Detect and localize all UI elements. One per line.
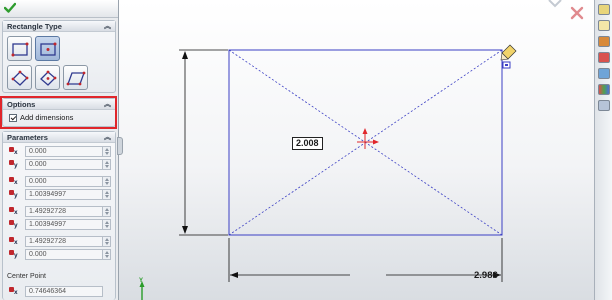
parameter-field[interactable]: 1.49292728 xyxy=(25,235,103,247)
parameter-row-y: y 0.000 xyxy=(7,158,111,170)
parallelogram-button[interactable] xyxy=(63,65,88,90)
property-manager-toolbar xyxy=(0,0,118,18)
spin-arrows-icon[interactable] xyxy=(103,205,111,217)
parameter-field[interactable]: 0.000 xyxy=(25,248,103,260)
parallelogram-icon xyxy=(66,71,86,86)
center-point-field[interactable]: 0.74646364 xyxy=(25,285,103,297)
parameter-field[interactable]: 0.000 xyxy=(25,175,103,187)
parameter-row-y: y 0.000 xyxy=(7,248,111,260)
parameter-row-y: y 1.00394997 xyxy=(7,188,111,200)
corner-rectangle-icon xyxy=(11,42,29,57)
view-triad-y-label: Y xyxy=(139,278,144,284)
spin-arrows-icon[interactable] xyxy=(103,145,111,157)
parameter-field[interactable]: 1.00394997 xyxy=(25,218,103,230)
resources-icon[interactable] xyxy=(598,4,610,15)
cancel-x-icon[interactable] xyxy=(570,6,584,20)
point-x-icon: x xyxy=(7,175,21,187)
spin-arrows-icon[interactable] xyxy=(103,158,111,170)
point-x-icon: x xyxy=(7,205,21,217)
point-y-icon: y xyxy=(7,158,21,170)
rectangle-type-group: Rectangle Type ︽ xyxy=(2,20,116,93)
appearances-icon[interactable] xyxy=(598,84,610,95)
parameter-row-y: y 1.00394997 xyxy=(7,218,111,230)
file-explorer-icon[interactable] xyxy=(598,36,610,47)
3-point-corner-rectangle-button[interactable] xyxy=(7,65,32,90)
parameters-header[interactable]: Parameters ︽ xyxy=(3,132,115,143)
height-dimension-value[interactable]: 2.008 xyxy=(292,137,323,150)
point-x-icon: x xyxy=(7,235,21,247)
spin-arrows-icon[interactable] xyxy=(103,175,111,187)
arrow-down xyxy=(182,226,188,234)
parameter-row-x: x 0.000 xyxy=(7,175,111,187)
spin-arrows-icon[interactable] xyxy=(103,235,111,247)
parameter-field[interactable]: 0.000 xyxy=(25,145,103,157)
3-point-center-rectangle-button[interactable] xyxy=(35,65,60,90)
3-point-corner-rectangle-icon xyxy=(11,70,29,86)
center-rectangle-icon xyxy=(40,42,57,56)
confirmation-corner xyxy=(540,0,592,22)
center-point-row: x 0.74646364 xyxy=(7,285,103,297)
confirm-corner-icon[interactable] xyxy=(547,0,563,12)
sketch-origin-icon xyxy=(357,128,379,149)
property-manager: Rectangle Type ︽ Options ︽ Add dimension… xyxy=(0,0,123,300)
task-pane-tabs xyxy=(594,0,612,300)
collapse-icon[interactable]: ︽ xyxy=(104,132,111,143)
parameters-title: Parameters xyxy=(7,133,48,142)
view-palette-icon[interactable] xyxy=(598,68,610,79)
spin-arrows-icon[interactable] xyxy=(103,188,111,200)
spin-arrows-icon[interactable] xyxy=(103,248,111,260)
options-highlight-box xyxy=(0,96,117,129)
rectangle-type-title: Rectangle Type xyxy=(7,22,62,31)
sketch-canvas xyxy=(139,44,517,300)
center-point-label: Center Point xyxy=(7,273,46,280)
parameter-field[interactable]: 1.00394997 xyxy=(25,188,103,200)
search-icon[interactable] xyxy=(598,52,610,63)
parameter-row-x: x 1.49292728 xyxy=(7,235,111,247)
collapse-icon[interactable]: ︽ xyxy=(104,21,111,32)
arrow-left xyxy=(230,272,238,278)
design-library-icon[interactable] xyxy=(598,20,610,31)
parameter-field[interactable]: 0.000 xyxy=(25,158,103,170)
point-y-icon: y xyxy=(7,218,21,230)
green-checkmark-icon[interactable] xyxy=(4,2,16,14)
custom-properties-icon[interactable] xyxy=(598,100,610,111)
point-x-icon: x xyxy=(7,145,21,157)
spin-arrows-icon[interactable] xyxy=(103,218,111,230)
point-y-icon: y xyxy=(7,248,21,260)
rectangle-type-header[interactable]: Rectangle Type ︽ xyxy=(3,21,115,32)
parameter-field[interactable]: 1.49292728 xyxy=(25,205,103,217)
arrow-up xyxy=(182,51,188,59)
center-rectangle-button[interactable] xyxy=(35,36,60,61)
parameter-row-x: x 0.000 xyxy=(7,145,111,157)
parameter-row-x: x 1.49292728 xyxy=(7,205,111,217)
pencil-cursor-icon xyxy=(500,44,517,69)
3-point-center-rectangle-icon xyxy=(40,70,57,86)
corner-rectangle-button[interactable] xyxy=(7,36,32,61)
graphics-area[interactable]: Y 2.008 2.986 xyxy=(120,0,592,300)
point-x-icon: x xyxy=(7,285,21,297)
point-y-icon: y xyxy=(7,188,21,200)
width-dimension-value[interactable]: 2.986 xyxy=(471,270,501,281)
parameters-group: Parameters ︽ x 0.000 y 0.000 x 0.000 y 1.003949… xyxy=(2,131,116,300)
